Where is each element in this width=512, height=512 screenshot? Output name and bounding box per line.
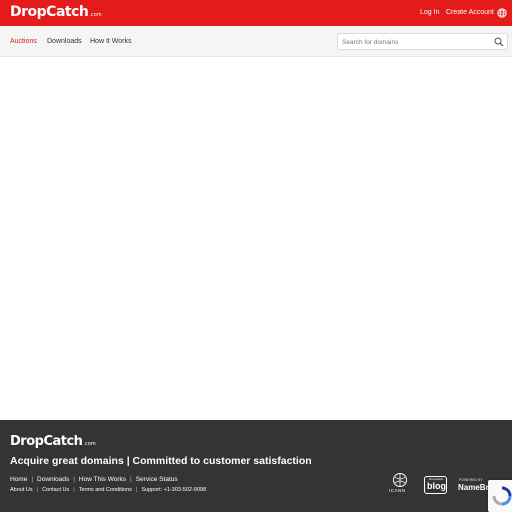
footer-links-primary: Home | Downloads | How This Works | Service St… xyxy=(10,476,178,483)
recaptcha-icon xyxy=(492,486,512,506)
nav-item-downloads[interactable]: Downloads xyxy=(47,37,82,47)
header-logo-suffix: .com xyxy=(89,12,102,18)
footer-link-contact-us[interactable]: Contact Us xyxy=(42,487,69,493)
footer: DropCatch.com Acquire great domains | Co… xyxy=(0,420,512,512)
search-input[interactable] xyxy=(342,37,488,47)
search-icon[interactable] xyxy=(494,37,504,47)
footer-support-phone[interactable]: Support: +1-303-502-9098 xyxy=(141,487,206,493)
nav-item-how-it-works[interactable]: How It Works xyxy=(90,37,132,47)
login-link[interactable]: Log In xyxy=(420,8,439,18)
footer-links-secondary: About Us | Contact Us | Terms and Conditions… xyxy=(10,487,207,493)
footer-link-downloads[interactable]: Downloads xyxy=(37,476,69,483)
footer-link-service-status[interactable]: Service Status xyxy=(136,476,178,483)
main-content xyxy=(0,57,512,420)
nav-item-auctions[interactable]: Auctions xyxy=(10,37,37,47)
footer-link-terms[interactable]: Terms and Conditions xyxy=(79,487,132,493)
footer-logo[interactable]: DropCatch.com xyxy=(10,434,96,452)
recaptcha-badge[interactable] xyxy=(488,480,512,512)
icann-label: ICANN xyxy=(389,488,406,493)
top-bar: DropCatch.com Log In Create Account xyxy=(0,0,512,26)
footer-link-about-us[interactable]: About Us xyxy=(10,487,33,493)
globe-icon[interactable] xyxy=(497,8,507,18)
footer-link-how-this-works[interactable]: How This Works xyxy=(79,476,126,483)
header-logo-text: DropCatch xyxy=(10,4,89,20)
create-account-link[interactable]: Create Account xyxy=(446,8,494,18)
blog-label: blog xyxy=(427,481,446,491)
powered-by-label: POWERED BY xyxy=(459,478,483,482)
footer-tagline: Acquire great domains | Committed to cus… xyxy=(10,455,312,467)
footer-logo-suffix: .com xyxy=(83,441,96,447)
footer-link-home[interactable]: Home xyxy=(10,476,27,483)
footer-logo-text: DropCatch xyxy=(10,434,83,449)
icann-logo-icon[interactable] xyxy=(388,472,412,498)
header-logo[interactable]: DropCatch.com xyxy=(10,4,102,23)
search-box xyxy=(337,33,508,50)
